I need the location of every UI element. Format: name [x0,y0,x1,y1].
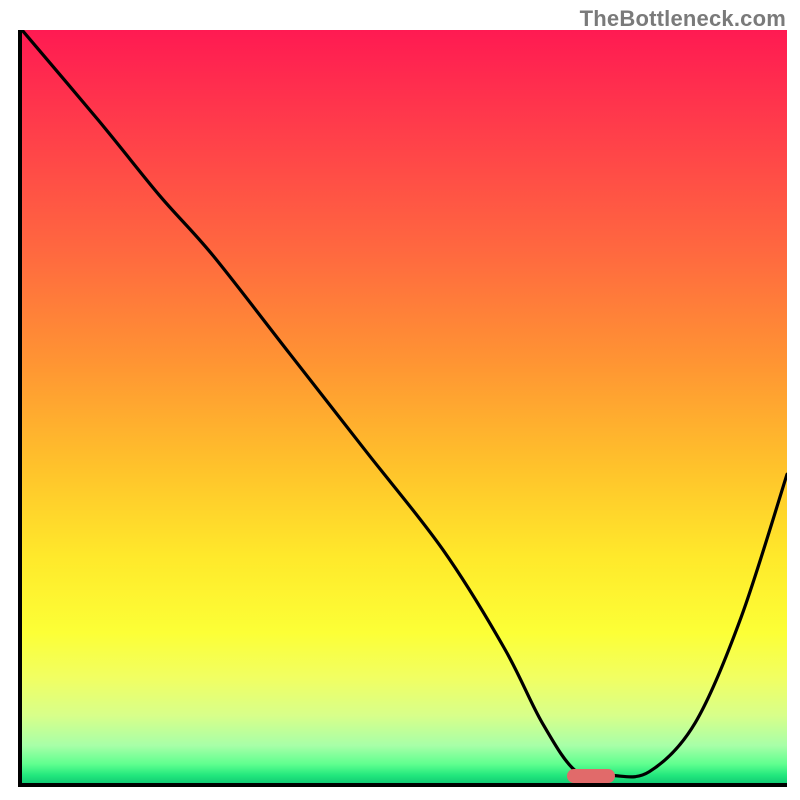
bottleneck-curve [22,30,787,783]
watermark-text: TheBottleneck.com [580,6,786,32]
optimum-marker [567,769,615,783]
chart-container: TheBottleneck.com [0,0,800,800]
plot-area [18,30,787,787]
